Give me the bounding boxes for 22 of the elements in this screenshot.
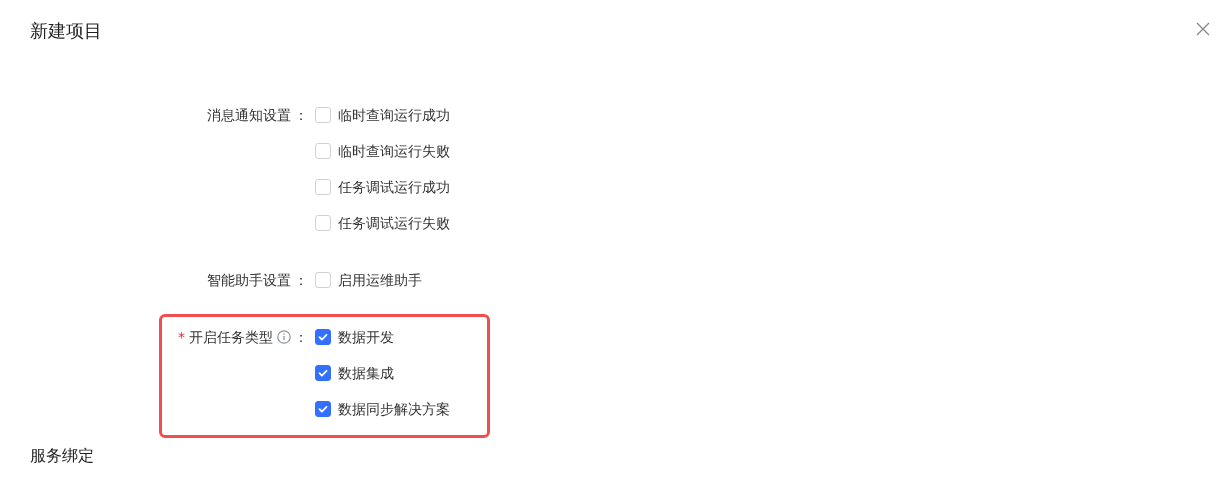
checkbox-label: 任务调试运行成功 <box>338 177 450 197</box>
checkbox[interactable] <box>315 401 331 417</box>
label-colon: ： <box>294 105 308 125</box>
info-icon[interactable] <box>276 330 291 344</box>
checkbox-label: 任务调试运行失败 <box>338 213 450 233</box>
checkbox-label: 启用运维助手 <box>338 270 422 290</box>
field-label: 消息通知设置 <box>206 105 291 125</box>
required-mark: * <box>178 327 185 347</box>
checkbox[interactable] <box>315 329 331 345</box>
section-title: 服务绑定 <box>30 445 95 467</box>
checkbox-label: 临时查询运行失败 <box>338 141 450 161</box>
label-colon: ： <box>294 327 308 347</box>
checkbox-label: 数据开发 <box>338 327 394 347</box>
checkbox-label: 临时查询运行成功 <box>338 105 450 125</box>
close-icon[interactable] <box>1196 22 1210 36</box>
label-colon: ： <box>294 270 308 290</box>
checkbox[interactable] <box>315 365 331 381</box>
field-label: 智能助手设置 <box>206 270 291 290</box>
dialog-title: 新建项目 <box>30 22 103 40</box>
checkbox-label: 数据集成 <box>338 363 394 383</box>
field-label: 开启任务类型 <box>189 327 273 347</box>
checkbox-label: 数据同步解决方案 <box>338 399 450 419</box>
